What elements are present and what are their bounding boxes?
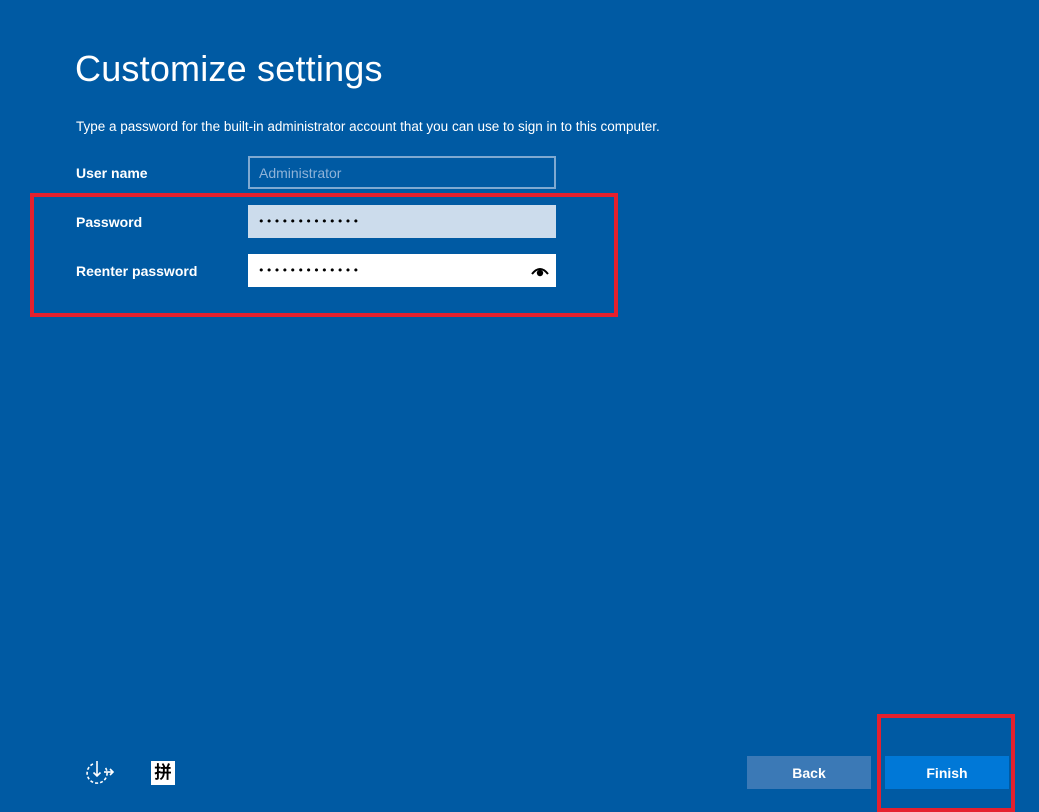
finish-button[interactable]: Finish (885, 756, 1009, 789)
oobe-screen: Customize settings Type a password for t… (0, 0, 1039, 812)
page-title: Customize settings (75, 48, 383, 89)
username-field-container (248, 156, 556, 189)
password-input[interactable]: ••••••••••••• (248, 205, 556, 238)
password-label: Password (76, 214, 143, 230)
username-label: User name (76, 165, 148, 181)
reenter-password-masked-value: ••••••••••••• (258, 264, 361, 277)
ease-of-access-icon[interactable] (83, 758, 115, 788)
password-masked-value: ••••••••••••• (258, 215, 361, 228)
instructions-text: Type a password for the built-in adminis… (76, 119, 660, 134)
reenter-password-label: Reenter password (76, 263, 198, 279)
reenter-password-input[interactable]: ••••••••••••• (248, 254, 556, 287)
ime-pinyin-icon[interactable]: 拼 (151, 761, 175, 785)
back-button[interactable]: Back (747, 756, 871, 789)
username-input[interactable] (250, 158, 554, 187)
eye-icon[interactable] (530, 261, 550, 281)
